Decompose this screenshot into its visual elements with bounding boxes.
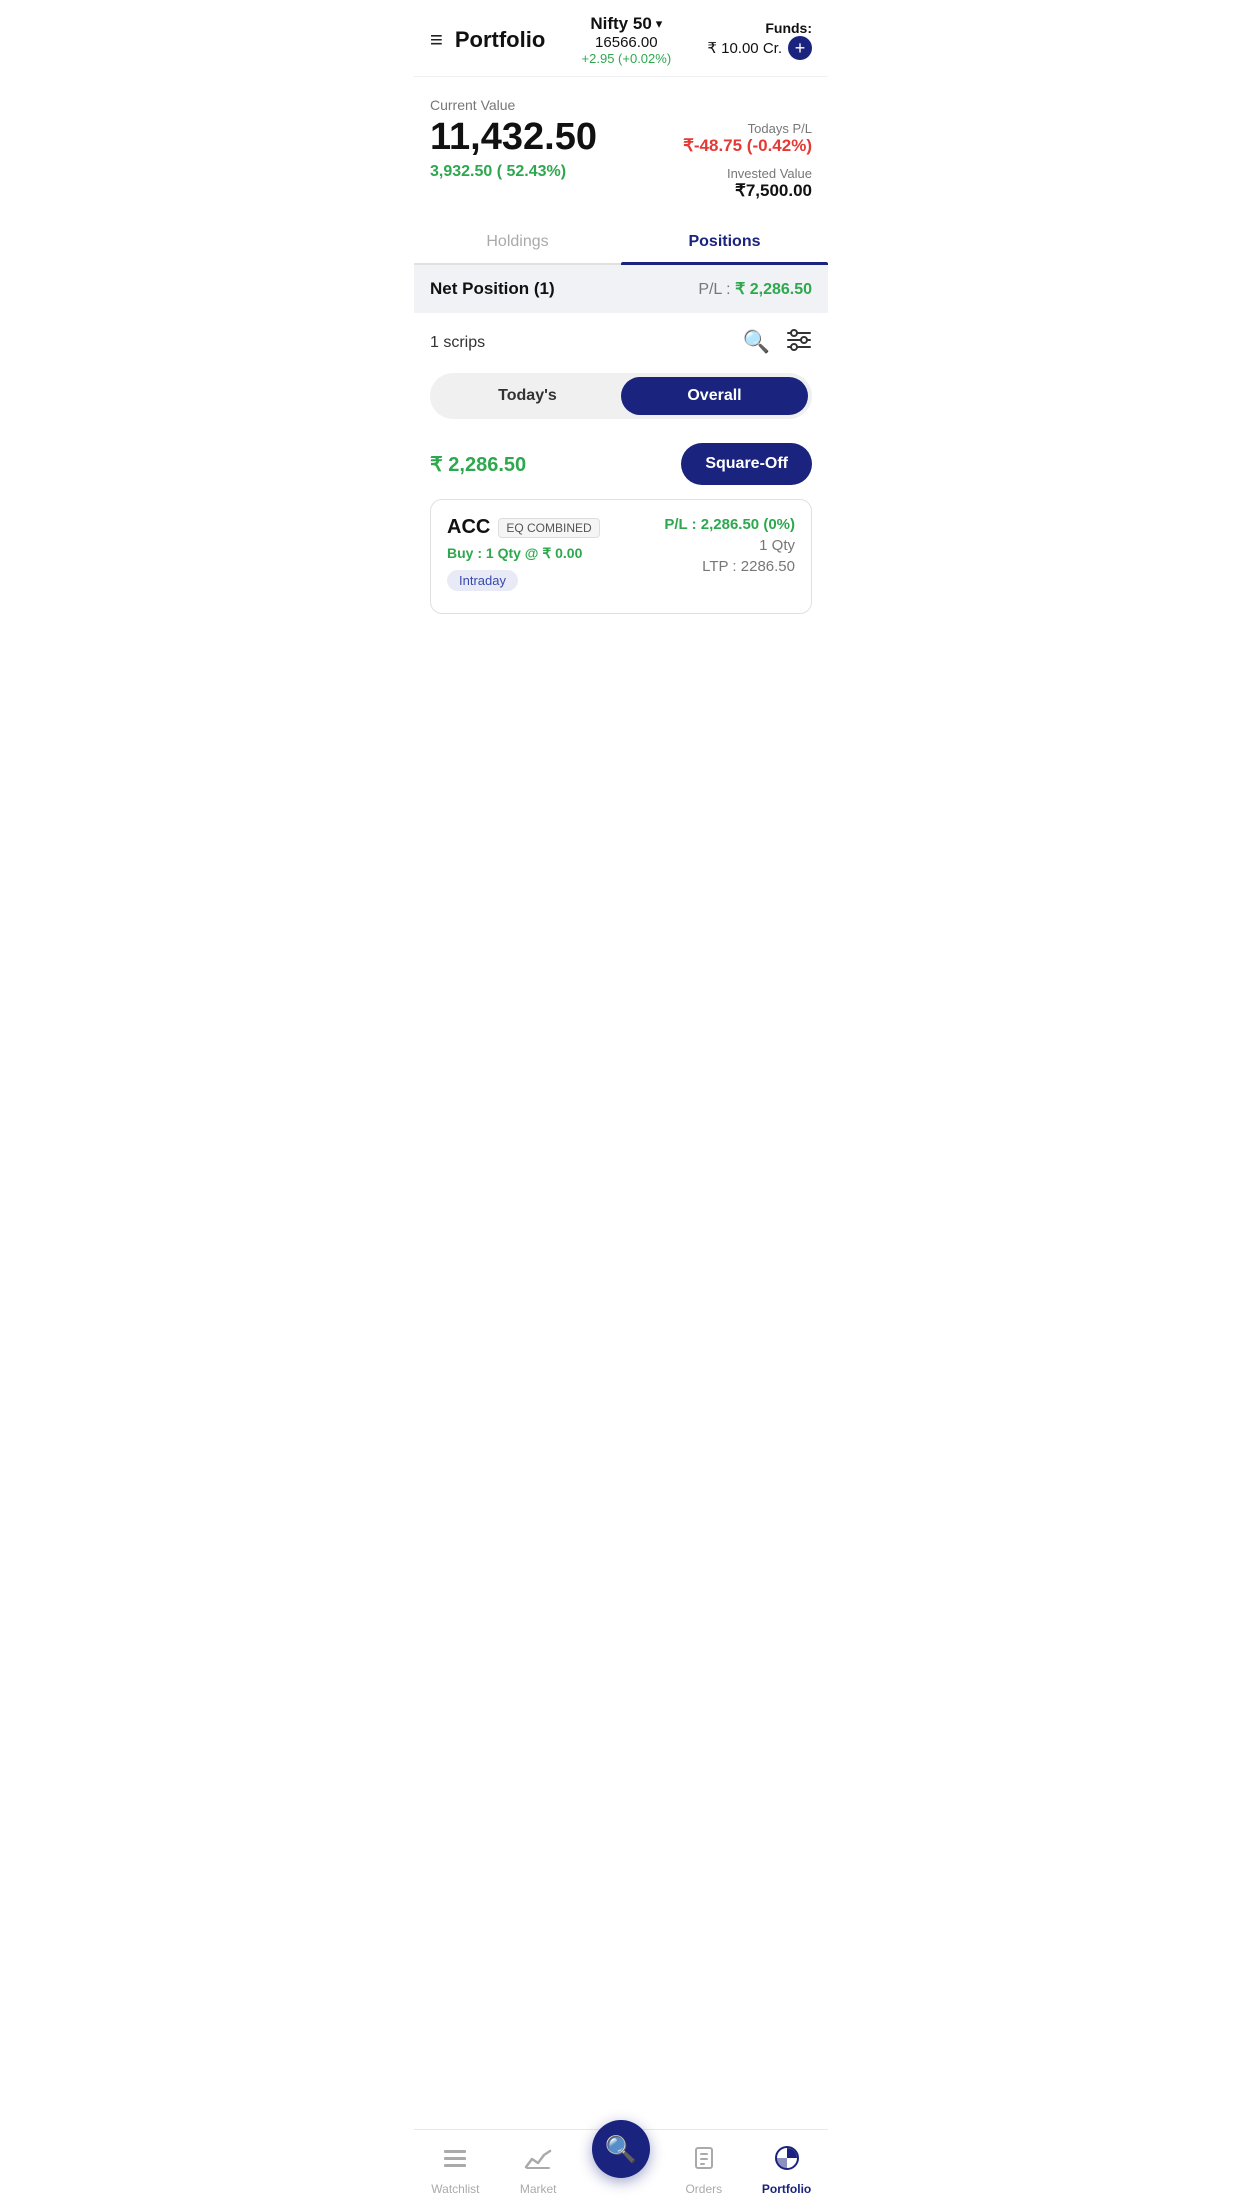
nifty-value: 16566.00 [582,34,672,51]
market-label: Market [520,2182,557,2196]
net-position-bar: Net Position (1) P/L : ₹ 2,286.50 [414,265,828,313]
nav-market[interactable]: Market [497,2147,580,2196]
ltp-value: 2286.50 [741,558,795,575]
toggle-todays[interactable]: Today's [434,377,621,415]
search-center-button[interactable]: 🔍 [592,2120,650,2178]
nav-watchlist[interactable]: Watchlist [414,2147,497,2196]
hamburger-icon[interactable]: ≡ [430,27,443,53]
orders-label: Orders [685,2182,722,2196]
funds-section: Funds: ₹ 10.00 Cr. + [707,20,812,60]
todays-pl-label: Todays P/L [683,121,812,136]
nav-search-center: 🔍 [580,2120,663,2178]
net-position-title: Net Position (1) [430,279,555,299]
cv-main-right: Todays P/L ₹-48.75 (-0.42%) Invested Val… [683,117,812,201]
net-position-pl: P/L : ₹ 2,286.50 [698,279,812,299]
scrips-count: 1 scrips [430,334,485,352]
buy-qty-price: 1 Qty @ ₹ 0.00 [486,545,583,561]
nifty-section: Nifty 50 ▾ 16566.00 +2.95 (+0.02%) [582,14,672,66]
tab-positions[interactable]: Positions [621,221,828,263]
funds-amount: ₹ 10.00 Cr. [707,39,782,57]
intraday-badge: Intraday [447,570,518,591]
pl-value: 2,286.50 [448,454,526,476]
buy-info: Buy : 1 Qty @ ₹ 0.00 [447,545,600,562]
bottom-navigation: Watchlist Market 🔍 Orders [414,2129,828,2208]
ltp-label: LTP : [702,558,736,575]
card-pl: P/L : 2,286.50 (0%) [664,516,795,533]
nav-portfolio[interactable]: Portfolio [745,2145,828,2196]
stock-name: ACC [447,516,490,539]
portfolio-icon [773,2145,801,2178]
toggle-overall[interactable]: Overall [621,377,808,415]
header-left: ≡ Portfolio [430,27,545,53]
position-card[interactable]: ACC EQ COMBINED Buy : 1 Qty @ ₹ 0.00 Int… [430,499,812,614]
net-pl-value: 2,286.50 [750,281,812,298]
square-off-button[interactable]: Square-Off [681,443,812,485]
net-pl-label: P/L : [698,281,730,298]
portfolio-tabs: Holdings Positions [414,221,828,265]
watchlist-label: Watchlist [431,2182,479,2196]
card-right: P/L : 2,286.50 (0%) 1 Qty LTP : 2286.50 [664,516,795,575]
card-ltp: LTP : 2286.50 [664,558,795,575]
current-value-label: Current Value [430,97,812,113]
current-value-amount: 11,432.50 [430,117,597,159]
invested-value-label: Invested Value [683,166,812,181]
filter-icon[interactable] [786,329,812,357]
card-pl-pct: (0%) [763,516,795,533]
search-icon[interactable]: 🔍 [743,329,770,357]
stock-name-row: ACC EQ COMBINED [447,516,600,539]
buy-label: Buy : [447,545,482,561]
add-funds-button[interactable]: + [788,36,812,60]
portfolio-label: Portfolio [762,2182,811,2196]
funds-label: Funds: [707,20,812,36]
search-center-icon: 🔍 [605,2134,637,2165]
overall-pl-amount: ₹ 2,286.50 [430,452,526,477]
card-top: ACC EQ COMBINED Buy : 1 Qty @ ₹ 0.00 Int… [447,516,795,591]
todays-pl-value: ₹-48.75 (-0.42%) [683,136,812,156]
stock-type-badge: EQ COMBINED [498,518,599,538]
tab-holdings[interactable]: Holdings [414,221,621,263]
market-icon [524,2147,552,2178]
nifty-dropdown-icon[interactable]: ▾ [656,16,663,32]
current-value-section: Current Value 11,432.50 3,932.50 ( 52.43… [414,77,828,213]
nifty-name: Nifty 50 [590,14,651,34]
card-left: ACC EQ COMBINED Buy : 1 Qty @ ₹ 0.00 Int… [447,516,600,591]
net-pl-currency: ₹ [735,281,745,298]
scrips-header: 1 scrips 🔍 [414,313,828,365]
card-qty: 1 Qty [664,537,795,554]
pl-squareoff-row: ₹ 2,286.50 Square-Off [414,435,828,499]
nifty-change: +2.95 (+0.02%) [582,51,672,66]
scrips-actions: 🔍 [743,329,812,357]
time-toggle: Today's Overall [430,373,812,419]
current-value-gain: 3,932.50 ( 52.43%) [430,163,597,181]
cv-main-left: 11,432.50 3,932.50 ( 52.43%) [430,117,597,181]
invested-value-amount: ₹7,500.00 [683,181,812,201]
orders-icon [691,2145,717,2178]
card-pl-value: 2,286.50 [701,516,759,533]
watchlist-icon [442,2147,468,2178]
page-title: Portfolio [455,27,545,53]
nav-orders[interactable]: Orders [662,2145,745,2196]
app-header: ≡ Portfolio Nifty 50 ▾ 16566.00 +2.95 (+… [414,0,828,77]
pl-currency: ₹ [430,454,448,476]
card-pl-label: P/L : [664,516,696,533]
